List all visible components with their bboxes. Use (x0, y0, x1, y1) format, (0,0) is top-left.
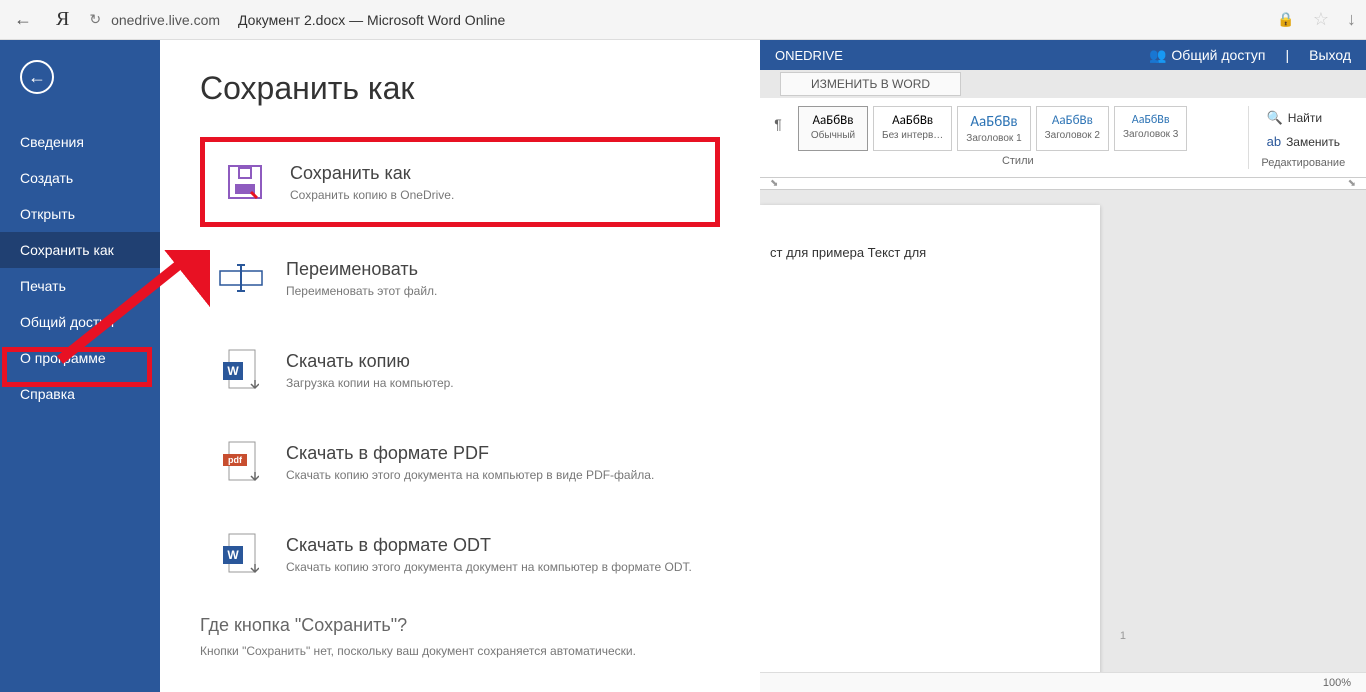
option-desc: Скачать копию этого документа на компьют… (286, 468, 654, 482)
word-app-panel: ONEDRIVE 👥 Общий доступ | Выход ИЗМЕНИТЬ… (760, 40, 1366, 692)
menu-item-open[interactable]: Открыть (0, 196, 160, 232)
onedrive-label[interactable]: ONEDRIVE (775, 48, 843, 63)
editing-label: Редактирование (1261, 153, 1346, 169)
url-text[interactable]: onedrive.live.com (111, 12, 220, 28)
option-download-copy[interactable]: W Скачать копию Загрузка копии на компью… (200, 329, 720, 411)
style-heading1[interactable]: АаБбВв Заголовок 1 (957, 106, 1030, 151)
svg-text:pdf: pdf (228, 455, 243, 465)
menu-item-about[interactable]: О программе (0, 340, 160, 376)
find-button[interactable]: 🔍 Найти (1261, 106, 1346, 130)
pdf-doc-icon: pdf (211, 437, 271, 487)
odt-doc-icon: W (211, 529, 271, 579)
document-text: ст для примера Текст для (770, 245, 1080, 260)
option-desc: Загрузка копии на компьютер. (286, 376, 454, 390)
backstage-sidebar: ← Сведения Создать Открыть Сохранить как… (0, 40, 160, 692)
search-icon: 🔍 (1267, 110, 1283, 126)
svg-text:W: W (227, 548, 239, 562)
edit-in-word-button[interactable]: ИЗМЕНИТЬ В WORD (780, 72, 961, 96)
where-save-desc: Кнопки "Сохранить" нет, поскольку ваш до… (200, 644, 720, 658)
menu-item-print[interactable]: Печать (0, 268, 160, 304)
replace-icon: ab (1267, 134, 1281, 149)
document-page[interactable]: ст для примера Текст для (760, 205, 1100, 672)
menu-item-share[interactable]: Общий доступ (0, 304, 160, 340)
page-number: 1 (1120, 630, 1126, 642)
zoom-level[interactable]: 100% (1323, 677, 1351, 689)
bookmark-star-icon[interactable]: ☆ (1313, 9, 1329, 30)
back-button[interactable]: ← (20, 60, 54, 94)
option-download-pdf[interactable]: pdf Скачать в формате PDF Скачать копию … (200, 421, 720, 503)
word-doc-icon: W (211, 345, 271, 395)
backstage-content: Сохранить как Сохранить как Сохранить ко… (160, 40, 760, 692)
rename-icon (211, 253, 271, 303)
option-title: Сохранить как (290, 163, 454, 184)
word-header: ONEDRIVE 👥 Общий доступ | Выход (760, 40, 1366, 70)
expand-icon[interactable]: ⬊ (770, 178, 778, 189)
replace-button[interactable]: ab Заменить (1261, 130, 1346, 153)
back-arrow-icon[interactable]: ← (10, 5, 36, 34)
browser-address-bar: ← Я ↻ onedrive.live.com Документ 2.docx … (0, 0, 1366, 40)
option-title: Скачать в формате PDF (286, 443, 654, 464)
ribbon: ¶ АаБбВв Обычный АаБбВв Без интерв… АаБб… (760, 98, 1366, 178)
option-title: Скачать копию (286, 351, 454, 372)
menu-item-help[interactable]: Справка (0, 376, 160, 412)
logout-link[interactable]: Выход (1309, 47, 1351, 63)
option-title: Переименовать (286, 259, 437, 280)
refresh-icon[interactable]: ↻ (89, 11, 101, 28)
share-icon: 👥 (1149, 47, 1166, 64)
save-icon (215, 157, 275, 207)
style-heading3[interactable]: АаБбВв Заголовок 3 (1114, 106, 1187, 151)
where-save-title: Где кнопка "Сохранить"? (200, 615, 720, 636)
expand-icon[interactable]: ⬊ (1348, 178, 1356, 189)
status-bar: 100% (760, 672, 1366, 692)
paragraph-mark-icon[interactable]: ¶ (768, 106, 788, 169)
option-download-odt[interactable]: W Скачать в формате ODT Скачать копию эт… (200, 513, 720, 595)
lock-icon: 🔒 (1277, 11, 1294, 28)
option-desc: Сохранить копию в OneDrive. (290, 188, 454, 202)
style-normal[interactable]: АаБбВв Обычный (798, 106, 868, 151)
download-icon[interactable]: ↓ (1347, 9, 1356, 30)
yandex-logo[interactable]: Я (46, 8, 79, 31)
menu-item-create[interactable]: Создать (0, 160, 160, 196)
menu-item-info[interactable]: Сведения (0, 124, 160, 160)
option-rename[interactable]: Переименовать Переименовать этот файл. (200, 237, 720, 319)
menu-item-save-as[interactable]: Сохранить как (0, 232, 160, 268)
page-title-text: Документ 2.docx — Microsoft Word Online (238, 12, 505, 28)
option-save-as[interactable]: Сохранить как Сохранить копию в OneDrive… (200, 137, 720, 227)
document-area: ст для примера Текст для 1 (760, 190, 1366, 672)
option-desc: Переименовать этот файл. (286, 284, 437, 298)
word-subheader: ИЗМЕНИТЬ В WORD (760, 70, 1366, 98)
share-button[interactable]: 👥 Общий доступ (1149, 47, 1266, 64)
style-no-spacing[interactable]: АаБбВв Без интерв… (873, 106, 952, 151)
styles-label: Стили (798, 151, 1238, 167)
option-title: Скачать в формате ODT (286, 535, 692, 556)
style-heading2[interactable]: АаБбВв Заголовок 2 (1036, 106, 1109, 151)
backstage-title: Сохранить как (200, 70, 720, 107)
option-desc: Скачать копию этого документа документ н… (286, 560, 692, 574)
svg-text:W: W (227, 364, 239, 378)
